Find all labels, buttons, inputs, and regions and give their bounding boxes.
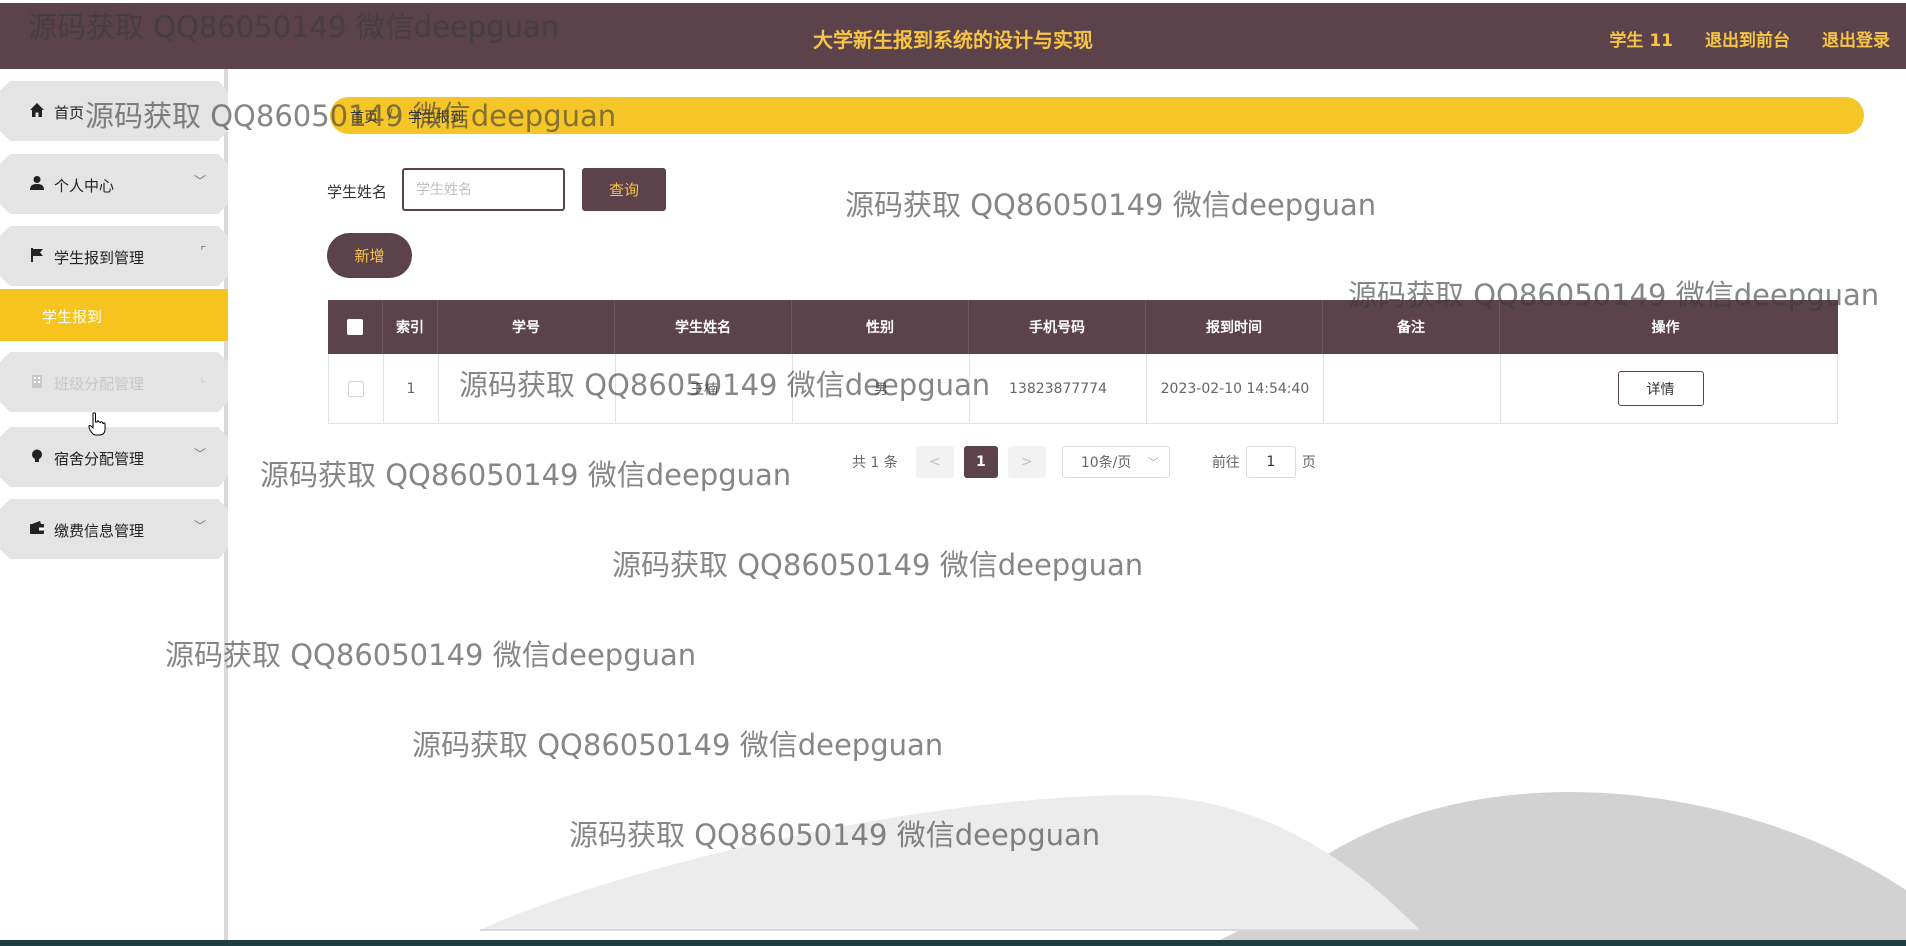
add-button[interactable]: 新增 [327, 233, 412, 278]
top-bar: 大学新生报到系统的设计与实现 学生 11 退出到前台 退出登录 [0, 3, 1906, 69]
chevron-down-icon: ﹀ [193, 447, 206, 461]
student-name-search-input[interactable] [402, 168, 565, 211]
pagination: 共 1 条 < 1 > 10条/页 ﹀ 前往 页 [852, 446, 1316, 478]
column-header: 学号 [438, 300, 615, 354]
sidebar: 首页 个人中心 ﹀ 学生报到管理 ⌜ 学生报到 班级分配管理 ⌞ 宿舍分配管理 … [0, 69, 228, 940]
column-header: 操作 [1651, 320, 1680, 336]
breadcrumb-current: 学生报到 [408, 110, 464, 126]
chevron-down-icon: ﹀ [193, 519, 206, 533]
cell-phone: 13823877774 [970, 354, 1147, 423]
building-icon [28, 372, 46, 390]
column-header: 报到时间 [1146, 300, 1323, 354]
flag-icon [28, 246, 46, 264]
bottom-strip [0, 940, 1906, 946]
page-size-select[interactable]: 10条/页 ﹀ [1061, 446, 1170, 478]
decorative-hills [480, 791, 1906, 940]
logout-link[interactable]: 退出登录 [1822, 26, 1890, 51]
chevron-icon: ⌞ [200, 370, 206, 384]
exit-to-front-link[interactable]: 退出到前台 [1705, 26, 1790, 51]
goto-page-input[interactable] [1245, 446, 1296, 478]
sidebar-item-label: 首页 [54, 104, 85, 122]
header-select-cell [328, 300, 383, 354]
sidebar-item-payment-info[interactable]: 缴费信息管理 ﹀ [0, 499, 228, 559]
sidebar-subitem-label: 学生报到 [42, 308, 103, 326]
cell-report-time: 2023-02-10 14:54:40 [1147, 354, 1324, 423]
watermark-text: 源码获取 QQ86050149 微信deepguan [412, 728, 944, 762]
sidebar-item-label: 宿舍分配管理 [54, 450, 145, 468]
hand-cursor-icon [88, 412, 106, 436]
wallet-icon [28, 519, 46, 537]
sidebar-item-label: 学生报到管理 [54, 249, 145, 267]
next-page-button[interactable]: > [1007, 446, 1046, 478]
current-user-label[interactable]: 学生 11 [1609, 26, 1673, 51]
prev-page-button[interactable]: < [915, 446, 954, 478]
select-all-checkbox[interactable] [347, 319, 363, 335]
page-suffix-label: 页 [1301, 455, 1316, 471]
column-header: 备注 [1323, 300, 1500, 354]
chevron-down-icon: ﹀ [193, 174, 206, 188]
sidebar-item-personal-center[interactable]: 个人中心 ﹀ [0, 154, 228, 214]
students-table: 索引 学号 学生姓名 性别 手机号码 报到时间 备注 操作 1 王楠 男 138… [328, 300, 1838, 424]
cell-index: 1 [384, 354, 439, 423]
pagination-total: 共 1 条 [852, 455, 898, 471]
cell-gender: 男 [793, 354, 970, 423]
page-number-current[interactable]: 1 [963, 446, 998, 478]
chevron-down-icon: ﹀ [1147, 456, 1159, 469]
detail-button[interactable]: 详情 [1617, 371, 1704, 406]
sidebar-item-dorm-assignment[interactable]: 宿舍分配管理 ﹀ [0, 427, 228, 487]
row-checkbox[interactable] [348, 380, 364, 397]
goto-label: 前往 [1211, 455, 1240, 471]
breadcrumb-separator: / [388, 107, 393, 123]
sidebar-item-report-management[interactable]: 学生报到管理 ⌜ [0, 226, 228, 286]
watermark-text: 源码获取 QQ86050149 微信deepguan [612, 548, 1144, 582]
watermark-text: 源码获取 QQ86050149 微信deepguan [260, 458, 792, 492]
home-icon [28, 101, 46, 119]
cell-name: 王楠 [616, 354, 793, 423]
column-header: 性别 [792, 300, 969, 354]
sidebar-subitem-student-report[interactable]: 学生报到 [0, 289, 228, 341]
table-header: 索引 学号 学生姓名 性别 手机号码 报到时间 备注 操作 [328, 300, 1838, 354]
top-right-links: 学生 11 退出到前台 退出登录 [1609, 26, 1890, 51]
sidebar-item-label: 个人中心 [54, 177, 115, 195]
breadcrumb: 首页 / 学生报到 [330, 97, 1864, 134]
breadcrumb-home[interactable]: 首页 [350, 107, 378, 127]
page-size-value: 10条/页 [1080, 455, 1132, 471]
table-row: 1 王楠 男 13823877774 2023-02-10 14:54:40 详… [328, 354, 1838, 424]
sidebar-item-label: 缴费信息管理 [54, 522, 145, 540]
column-header: 手机号码 [969, 300, 1146, 354]
sidebar-item-label: 班级分配管理 [54, 375, 145, 393]
cell-remark [1324, 354, 1501, 423]
cell-student-no [439, 354, 616, 423]
chevron-up-icon: ⌜ [200, 244, 206, 258]
bulb-icon [28, 447, 46, 465]
cell-actions: 详情 [1501, 354, 1832, 423]
row-select-cell [329, 354, 384, 423]
search-label: 学生姓名 [327, 183, 388, 201]
watermark-text: 源码获取 QQ86050149 微信deepguan [845, 188, 1377, 222]
sidebar-item-class-assignment[interactable]: 班级分配管理 ⌞ [0, 352, 228, 412]
watermark-text: 源码获取 QQ86050149 微信deepguan [165, 638, 697, 672]
column-header: 学生姓名 [615, 300, 792, 354]
sidebar-item-home[interactable]: 首页 [0, 81, 228, 141]
user-icon [28, 174, 46, 192]
column-header: 索引 [383, 300, 438, 354]
query-button[interactable]: 查询 [582, 168, 666, 211]
